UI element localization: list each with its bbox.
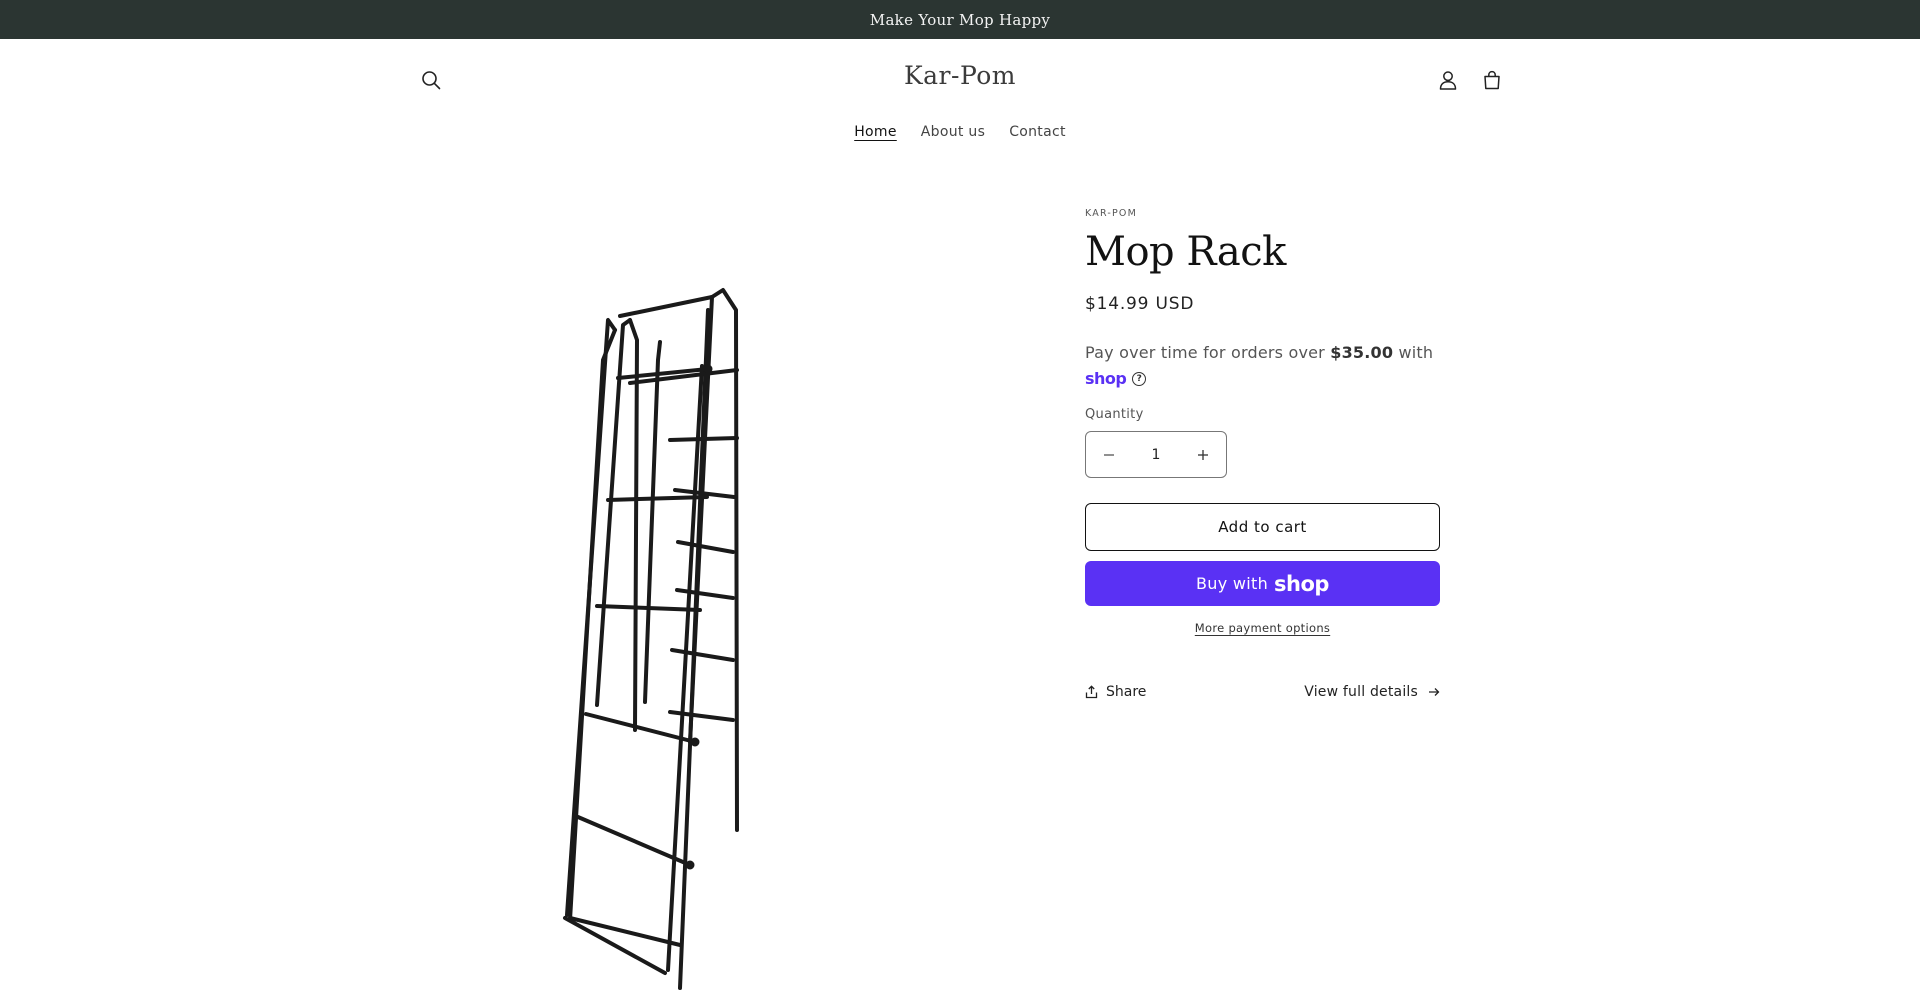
account-button[interactable]: [1428, 60, 1468, 100]
main-nav: Home About us Contact: [0, 114, 1920, 154]
quantity-label: Quantity: [1085, 407, 1144, 422]
buy-with-shop-button[interactable]: Buy with shop: [1085, 561, 1440, 606]
installments-amount: $35.00: [1330, 343, 1394, 362]
shop-pay-logo: shop: [1085, 369, 1127, 388]
nav-item-home[interactable]: Home: [842, 114, 909, 154]
announcement-bar: Make Your Mop Happy: [0, 0, 1920, 39]
shop-pay-row: shop ?: [1085, 366, 1440, 392]
quantity-decrease-button[interactable]: [1086, 432, 1132, 477]
nav-item-contact[interactable]: Contact: [997, 114, 1078, 154]
view-details-label: View full details: [1304, 684, 1418, 700]
plus-icon: [1198, 449, 1208, 460]
account-icon: [1439, 71, 1457, 90]
quantity-input[interactable]: 1: [1132, 447, 1180, 463]
product-image[interactable]: [540, 280, 870, 993]
announcement-text: Make Your Mop Happy: [869, 10, 1051, 29]
product-title: Mop Rack: [1085, 229, 1286, 275]
quantity-increase-button[interactable]: [1180, 432, 1226, 477]
add-to-cart-button[interactable]: Add to cart: [1085, 503, 1440, 551]
product-actions-row: Share View full details: [1085, 684, 1440, 700]
product-price: $14.99 USD: [1085, 294, 1195, 314]
product-vendor: KAR-POM: [1085, 208, 1138, 219]
installments-banner: Pay over time for orders over $35.00 wit…: [1085, 340, 1440, 392]
shop-wordmark: shop: [1274, 571, 1329, 596]
installments-prefix: Pay over time for orders over: [1085, 343, 1331, 362]
store-logo[interactable]: Kar-Pom: [0, 61, 1920, 90]
share-button[interactable]: Share: [1085, 684, 1146, 700]
cart-button[interactable]: [1472, 60, 1512, 100]
buy-with-label: Buy with: [1196, 574, 1269, 593]
mop-rack-image: [563, 288, 739, 990]
view-full-details-link[interactable]: View full details: [1304, 684, 1440, 700]
minus-icon: [1104, 453, 1114, 456]
share-icon: [1085, 685, 1098, 699]
arrow-right-icon: [1429, 688, 1440, 696]
help-icon[interactable]: ?: [1132, 372, 1147, 386]
more-payment-options-link[interactable]: More payment options: [1085, 621, 1440, 635]
product-info: KAR-POM Mop Rack $14.99 USD Pay over tim…: [1085, 208, 1440, 700]
site-header: Kar-Pom: [0, 39, 1920, 114]
quantity-stepper: 1: [1085, 431, 1227, 478]
nav-item-about-us[interactable]: About us: [909, 114, 997, 154]
installments-suffix: with: [1393, 343, 1434, 362]
cart-icon: [1484, 70, 1500, 90]
share-label: Share: [1106, 684, 1147, 700]
